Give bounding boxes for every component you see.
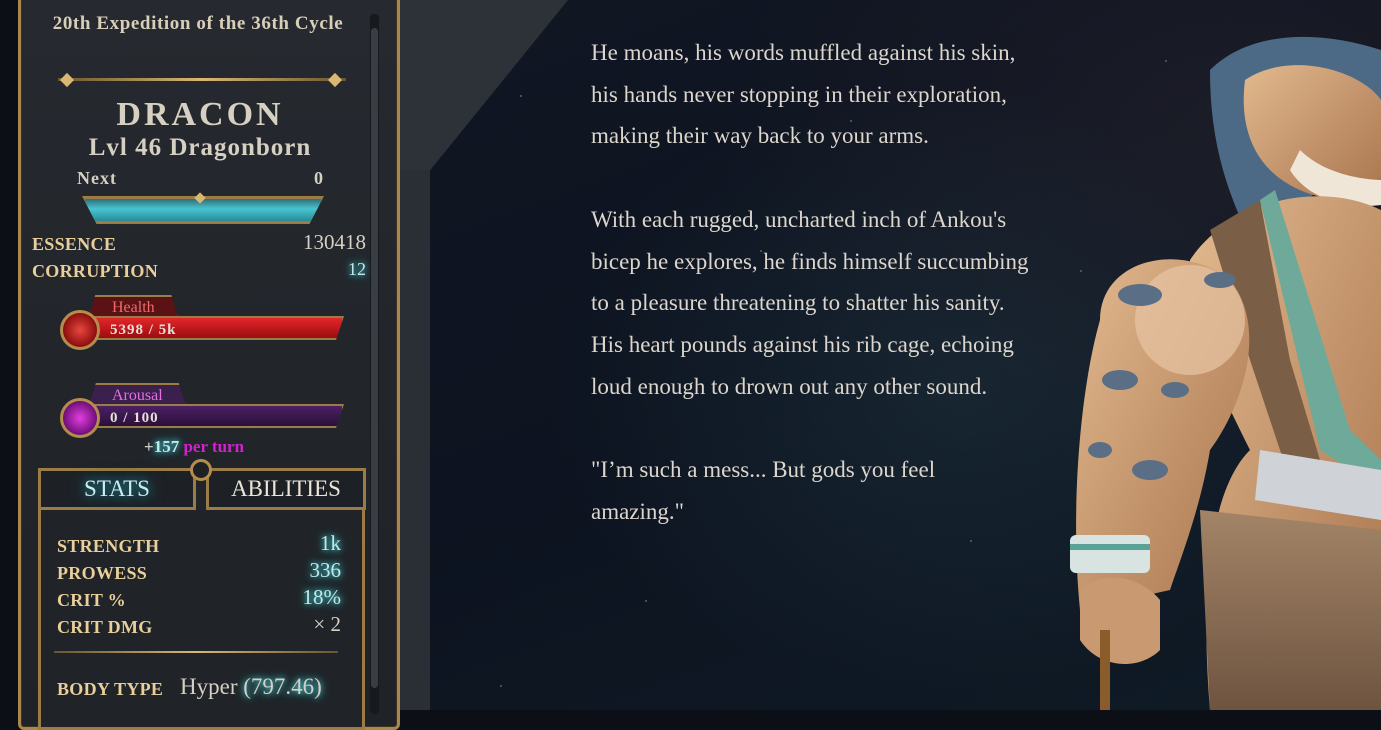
per-turn-value: 157 [153,437,180,456]
character-portrait [1070,36,1381,710]
body-type-number: (797.46) [243,674,322,699]
body-type-name: Hyper [180,674,238,699]
story-paragraph: His heart pounds against his rib cage, e… [591,331,1014,399]
character-name: DRACON [116,96,284,133]
per-turn-prefix: + [144,437,154,456]
corruption-label: CORRUPTION [32,261,159,281]
stat-value: 336 [309,558,342,582]
expedition-title: 20th Expedition of the 36th Cycle [52,13,344,34]
tab-ornament [190,459,212,481]
arousal-bar: 0 / 100 [78,404,344,428]
health-orb-icon [60,310,100,350]
essence-label: ESSENCE [32,234,117,254]
per-turn-suffix: per turn [183,437,245,456]
health-value: 5398 / 5k [110,322,177,338]
essence-value: 130418 [303,230,366,254]
tab-abilities-label: ABILITIES [231,476,341,501]
divider [58,78,346,81]
stat-label: CRIT % [57,590,126,610]
story-text: He moans, his words muffled against his … [591,32,1031,574]
tab-abilities[interactable]: ABILITIES [206,468,366,510]
body-type-label: BODY TYPE [57,679,164,699]
character-level: Lvl 46 Dragonborn [88,134,312,161]
per-turn-info: +157 per turn [144,437,244,457]
stat-value: × 2 [313,612,341,636]
star [500,685,502,687]
stat-value: 18% [302,585,342,609]
arousal-value: 0 / 100 [110,410,159,426]
next-level-label: Next [77,168,117,188]
story-paragraph: With each rugged, uncharted inch of Anko… [591,206,1029,316]
stat-label: STRENGTH [57,536,160,556]
tab-stats[interactable]: STATS [38,468,196,510]
story-paragraph: "I’m such a mess... But gods you feel am… [591,457,936,524]
body-type-value: Hyper (797.46) [180,674,322,700]
star [645,600,647,602]
divider [54,651,338,653]
corruption-value: 12 [348,259,366,279]
arousal-orb-icon [60,398,100,438]
star [520,95,522,97]
stat-label: PROWESS [57,563,148,583]
health-bar: 5398 / 5k [78,316,344,340]
tab-stats-label: STATS [84,476,150,501]
next-level-value: 0 [314,168,323,188]
story-paragraph: He moans, his words muffled against his … [591,40,1016,149]
stat-label: CRIT DMG [57,617,153,637]
stat-value: 1k [320,531,341,555]
